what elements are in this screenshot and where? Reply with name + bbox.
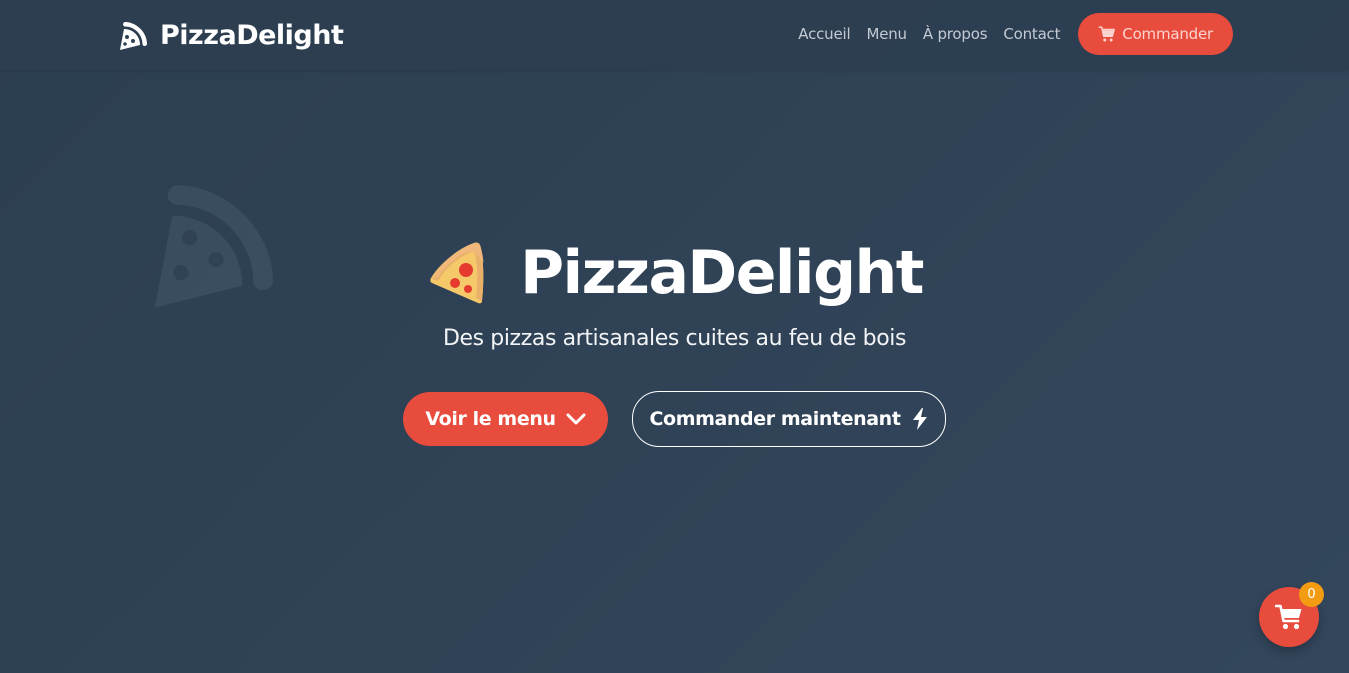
- navbar: PizzaDelight Accueil Menu À propos Conta…: [0, 0, 1349, 70]
- shopping-cart-icon: [1275, 604, 1302, 630]
- hero-title: PizzaDelight: [520, 238, 924, 308]
- hero-title-row: PizzaDelight: [0, 228, 1349, 318]
- nav-links: Accueil Menu À propos Contact Commander: [798, 13, 1233, 55]
- order-now-button[interactable]: Commander maintenant: [632, 391, 946, 447]
- chevron-down-icon: [566, 413, 586, 425]
- cart-icon: [1099, 26, 1116, 42]
- nav-link-a-propos[interactable]: À propos: [923, 25, 988, 43]
- brand-link[interactable]: PizzaDelight: [118, 16, 344, 54]
- bolt-icon: [912, 408, 927, 430]
- hero-buttons: Voir le menu Commander maintenant: [0, 391, 1349, 447]
- pizza-emoji-icon: [430, 242, 484, 304]
- commander-label: Commander: [1122, 25, 1213, 43]
- view-menu-button[interactable]: Voir le menu: [403, 392, 608, 446]
- order-now-label: Commander maintenant: [649, 408, 901, 430]
- brand-name: PizzaDelight: [160, 19, 344, 51]
- pizza-slice-icon: [120, 22, 147, 50]
- nav-link-contact[interactable]: Contact: [1003, 25, 1060, 43]
- view-menu-label: Voir le menu: [425, 408, 556, 430]
- nav-link-menu[interactable]: Menu: [866, 25, 907, 43]
- nav-link-accueil[interactable]: Accueil: [798, 25, 850, 43]
- cart-count-badge: 0: [1299, 582, 1324, 607]
- hero-subtitle: Des pizzas artisanales cuites au feu de …: [442, 326, 907, 351]
- commander-button[interactable]: Commander: [1078, 13, 1233, 55]
- floating-cart-button[interactable]: 0: [1259, 582, 1324, 647]
